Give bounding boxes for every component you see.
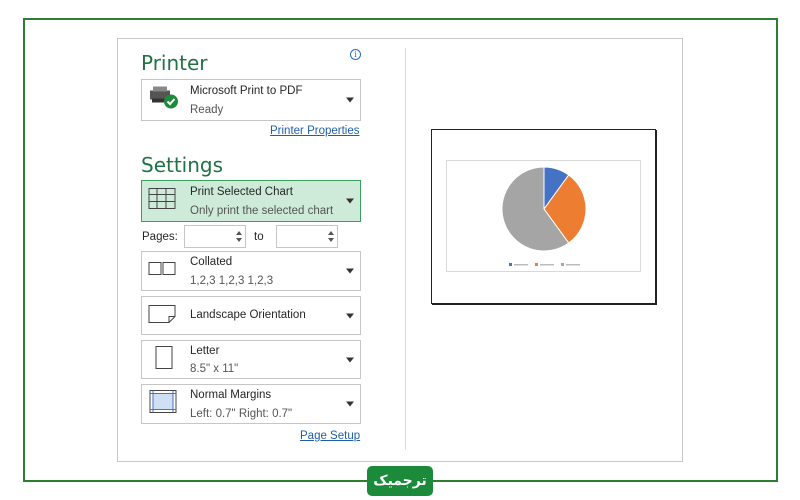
spin-up-icon[interactable] [328, 231, 334, 235]
landscape-page-icon [148, 302, 178, 329]
legend-entry [566, 264, 580, 266]
pages-from-input[interactable] [184, 225, 246, 248]
collation-order: 1,2,3 1,2,3 1,2,3 [190, 275, 274, 287]
pages-to-input[interactable] [276, 225, 338, 248]
page-setup-link[interactable]: Page Setup [300, 430, 360, 442]
chevron-down-icon [346, 401, 354, 407]
chevron-down-icon [346, 313, 354, 318]
margins-icon [148, 389, 178, 420]
chevron-down-icon [346, 97, 354, 103]
print-what-description: Only print the selected chart [190, 205, 334, 217]
printer-name: Microsoft Print to PDF [190, 85, 303, 97]
chevron-down-icon [346, 268, 354, 274]
collated-pages-icon [148, 261, 178, 282]
printer-dropdown[interactable]: Microsoft Print to PDF Ready [141, 79, 361, 121]
spin-down-icon[interactable] [328, 238, 334, 242]
info-icon[interactable]: i [350, 49, 361, 60]
sheet-grid-icon [148, 187, 176, 216]
margins-label: Normal Margins [190, 389, 272, 401]
spin-down-icon[interactable] [236, 238, 242, 242]
printer-properties-link[interactable]: Printer Properties [270, 125, 359, 137]
legend-entry [540, 264, 554, 266]
print-preview-page [431, 129, 656, 304]
collation-dropdown[interactable]: Collated 1,2,3 1,2,3 1,2,3 [141, 251, 361, 291]
paper-size-dropdown[interactable]: Letter 8.5" x 11" [141, 340, 361, 379]
print-what-label: Print Selected Chart [190, 186, 293, 198]
chevron-down-icon [346, 198, 354, 204]
chart-area [446, 160, 641, 272]
legend-marker [509, 263, 512, 266]
panel-divider [405, 48, 406, 450]
collation-label: Collated [190, 256, 233, 268]
spin-up-icon[interactable] [236, 231, 242, 235]
print-what-dropdown[interactable]: Print Selected Chart Only print the sele… [141, 180, 361, 222]
printer-status: Ready [190, 104, 224, 116]
chevron-down-icon [346, 357, 354, 362]
orientation-label: Landscape Orientation [190, 309, 306, 321]
legend-marker [561, 263, 564, 266]
paper-size-label: Letter [190, 345, 220, 357]
pages-to-label: to [254, 231, 264, 243]
settings-section-title: Settings [141, 153, 224, 177]
margins-dropdown[interactable]: Normal Margins Left: 0.7" Right: 0.7" [141, 384, 361, 424]
paper-size-dimensions: 8.5" x 11" [190, 363, 239, 375]
legend-entry [514, 264, 528, 266]
printer-section-title: Printer [141, 51, 208, 75]
page-icon [148, 344, 178, 375]
pages-label: Pages: [142, 231, 178, 243]
orientation-dropdown[interactable]: Landscape Orientation [141, 296, 361, 335]
printer-ready-icon [148, 85, 180, 116]
legend-marker [535, 263, 538, 266]
margins-values: Left: 0.7" Right: 0.7" [190, 408, 293, 420]
brand-badge: ترجمیک [367, 466, 433, 496]
pie-chart [501, 166, 587, 266]
